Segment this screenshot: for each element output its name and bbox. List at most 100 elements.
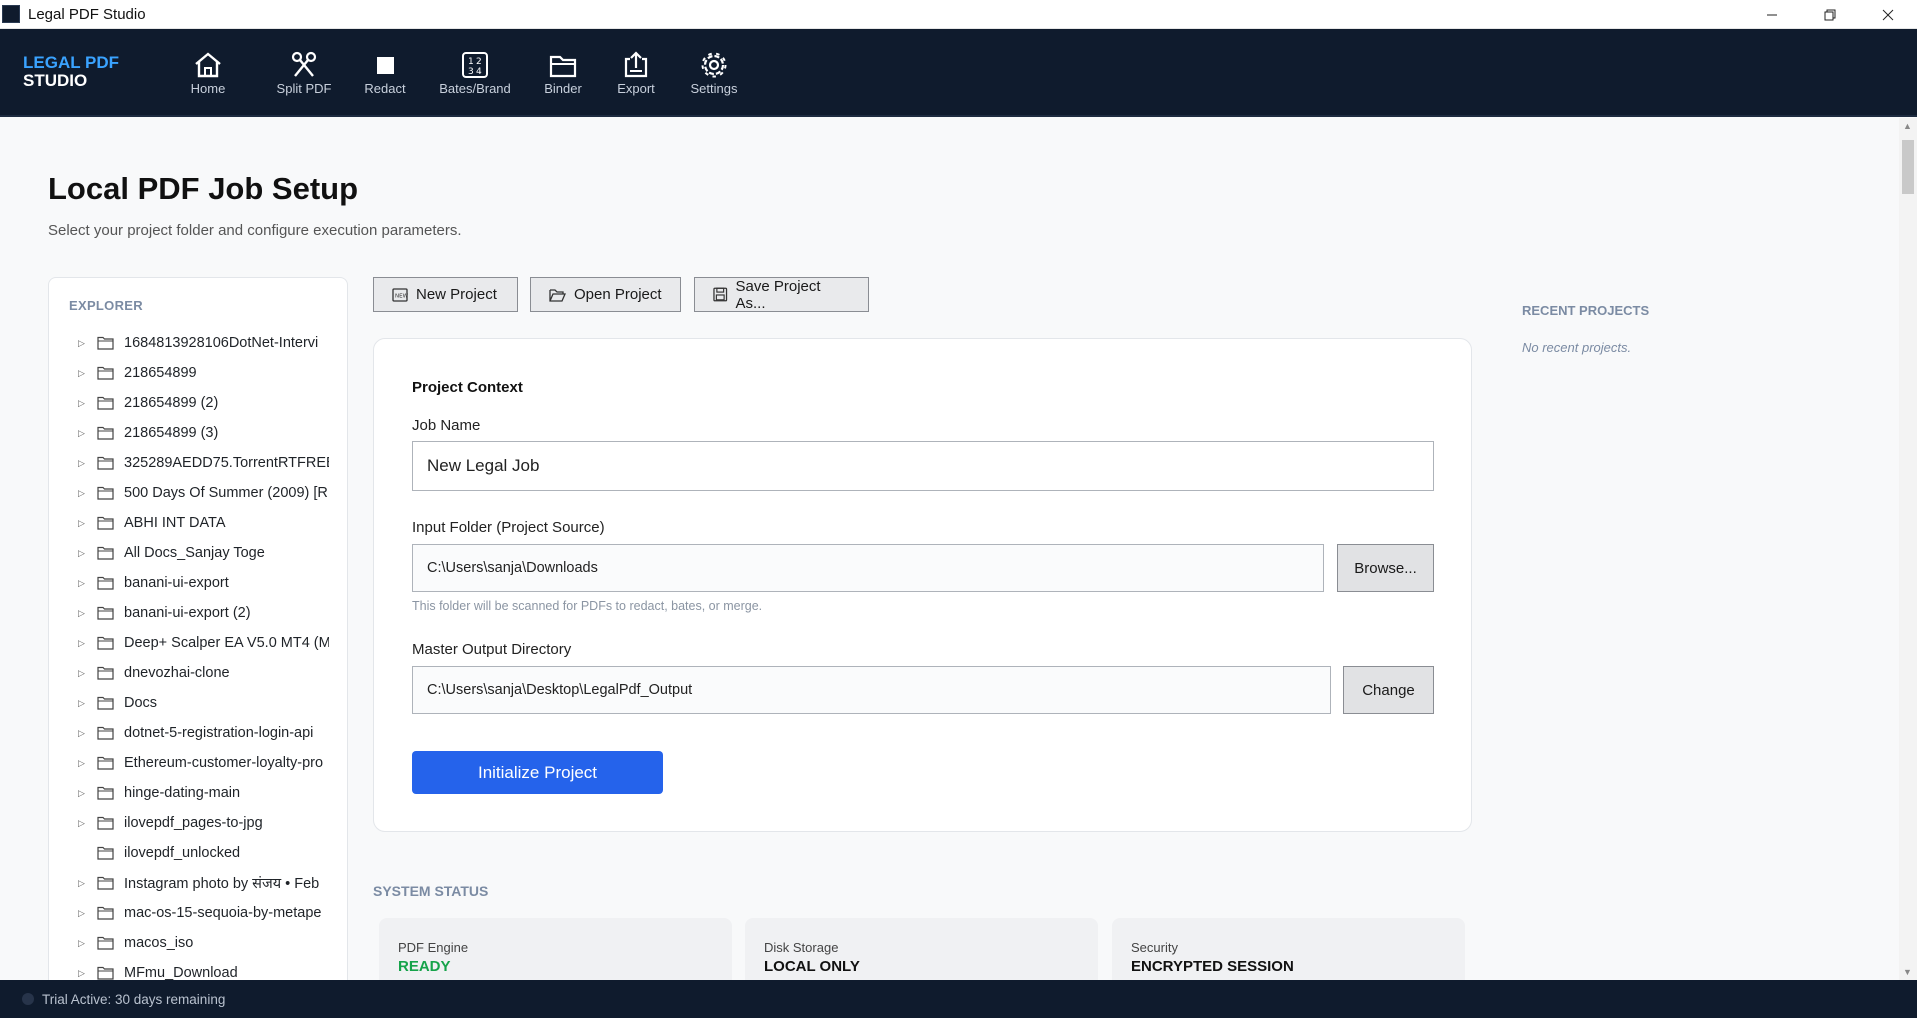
explorer-tree-item[interactable]: ▷ mac-os-15-sequoia-by-metape xyxy=(49,898,329,928)
expand-arrow-icon[interactable]: ▷ xyxy=(78,698,88,709)
explorer-item-label: ilovepdf_unlocked xyxy=(124,845,241,861)
open-folder-icon xyxy=(549,288,566,302)
expand-arrow-icon[interactable]: ▷ xyxy=(78,668,88,679)
expand-arrow-icon[interactable]: ▷ xyxy=(78,368,88,379)
explorer-tree-item[interactable]: ▷ dnevozhai-clone xyxy=(49,658,329,688)
restore-icon xyxy=(1824,9,1836,20)
explorer-tree-item[interactable]: ▷ All Docs_Sanjay Toge xyxy=(49,538,329,568)
change-output-button[interactable]: Change xyxy=(1343,666,1434,714)
page-title: Local PDF Job Setup xyxy=(48,171,359,206)
svg-text:3: 3 xyxy=(468,67,474,77)
output-directory-field[interactable]: C:\Users\sanja\Desktop\LegalPdf_Output xyxy=(412,666,1331,714)
open-project-button[interactable]: Open Project xyxy=(530,277,681,312)
explorer-tree-item[interactable]: ▷ 325289AEDD75.TorrentRTFREE. xyxy=(49,448,329,478)
expand-arrow-icon[interactable]: ▷ xyxy=(78,518,88,529)
status-value: ENCRYPTED SESSION xyxy=(1131,958,1294,975)
nav-label: Settings xyxy=(690,81,738,96)
explorer-item-label: Instagram photo by संजय • Feb xyxy=(124,876,320,892)
explorer-tree-item[interactable]: ▷ ABHI INT DATA xyxy=(49,508,329,538)
status-label: Security xyxy=(1131,940,1178,955)
explorer-tree: ▷ 1684813928106DotNet-Intervi ▷ 218654899 ▷ 2… xyxy=(49,328,329,988)
browse-button[interactable]: Browse... xyxy=(1337,544,1434,592)
folder-icon xyxy=(97,546,114,564)
folder-icon xyxy=(97,936,114,954)
main-scrollbar[interactable]: ▲ ▼ xyxy=(1899,118,1917,980)
new-project-button[interactable]: NEW New Project xyxy=(373,277,518,312)
explorer-item-label: dotnet-5-registration-login-api xyxy=(124,725,314,741)
explorer-tree-item[interactable]: ▷ banani-ui-export xyxy=(49,568,329,598)
explorer-tree-item[interactable]: ▷ macos_iso xyxy=(49,928,329,958)
scrollbar-thumb[interactable] xyxy=(1902,140,1914,194)
folder-icon xyxy=(97,876,114,894)
nav-export[interactable]: Export xyxy=(608,51,664,96)
explorer-tree-item[interactable]: ▷ 1684813928106DotNet-Intervi xyxy=(49,328,329,358)
close-button[interactable] xyxy=(1859,0,1917,29)
nav-split-pdf[interactable]: Split PDF xyxy=(276,51,332,96)
scroll-down-icon[interactable]: ▼ xyxy=(1903,967,1912,977)
nav-bates-brand[interactable]: 1 2 3 4 Bates/Brand xyxy=(437,51,513,96)
explorer-tree-item[interactable]: ▷ 218654899 (3) xyxy=(49,418,329,448)
expand-arrow-icon[interactable]: ▷ xyxy=(78,338,88,349)
job-name-input[interactable]: New Legal Job xyxy=(412,441,1434,491)
explorer-tree-item[interactable]: ▷ Deep+ Scalper EA V5.0 MT4 (M xyxy=(49,628,329,658)
nav-settings[interactable]: Settings xyxy=(686,51,742,96)
explorer-tree-item[interactable]: ▷ banani-ui-export (2) xyxy=(49,598,329,628)
explorer-tree-item[interactable]: ▷ hinge-dating-main xyxy=(49,778,329,808)
restore-button[interactable] xyxy=(1801,0,1859,29)
explorer-tree-item[interactable]: ilovepdf_unlocked xyxy=(49,838,329,868)
expand-arrow-icon[interactable]: ▷ xyxy=(78,398,88,409)
explorer-item-label: MFmu_Download xyxy=(124,965,238,981)
explorer-tree-item[interactable]: ▷ 218654899 xyxy=(49,358,329,388)
minimize-button[interactable] xyxy=(1743,0,1801,29)
explorer-item-label: Deep+ Scalper EA V5.0 MT4 (M xyxy=(124,635,329,651)
explorer-tree-item[interactable]: ▷ Docs xyxy=(49,688,329,718)
expand-arrow-icon[interactable]: ▷ xyxy=(78,788,88,799)
input-folder-field[interactable]: C:\Users\sanja\Downloads xyxy=(412,544,1324,592)
expand-arrow-icon[interactable]: ▷ xyxy=(78,638,88,649)
trial-status-text: Trial Active: 30 days remaining xyxy=(42,991,226,1007)
expand-arrow-icon[interactable]: ▷ xyxy=(78,728,88,739)
explorer-item-label: Ethereum-customer-loyalty-pro xyxy=(124,755,324,771)
expand-arrow-icon[interactable]: ▷ xyxy=(78,878,88,889)
expand-arrow-icon[interactable]: ▷ xyxy=(78,818,88,829)
expand-arrow-icon[interactable]: ▷ xyxy=(78,488,88,499)
expand-arrow-icon[interactable]: ▷ xyxy=(78,908,88,919)
explorer-tree-item[interactable]: ▷ ilovepdf_pages-to-jpg xyxy=(49,808,329,838)
explorer-item-label: 218654899 xyxy=(124,365,197,381)
close-icon xyxy=(1882,9,1894,20)
scroll-up-icon[interactable]: ▲ xyxy=(1903,121,1912,131)
explorer-tree-item[interactable]: ▷ Instagram photo by संजय • Feb xyxy=(49,868,329,898)
initialize-project-button[interactable]: Initialize Project xyxy=(412,751,663,794)
explorer-tree-item[interactable]: ▷ dotnet-5-registration-login-api xyxy=(49,718,329,748)
folder-icon xyxy=(97,696,114,714)
expand-arrow-icon[interactable]: ▷ xyxy=(78,458,88,469)
nav-redact[interactable]: Redact xyxy=(357,51,413,96)
expand-arrow-icon[interactable]: ▷ xyxy=(78,938,88,949)
new-project-label: New Project xyxy=(416,286,497,303)
explorer-item-label: banani-ui-export xyxy=(124,575,229,591)
expand-arrow-icon[interactable]: ▷ xyxy=(78,578,88,589)
system-status-title: SYSTEM STATUS xyxy=(373,883,489,899)
save-project-as-button[interactable]: Save Project As... xyxy=(694,277,869,312)
save-icon xyxy=(713,287,728,302)
expand-arrow-icon[interactable]: ▷ xyxy=(78,428,88,439)
explorer-item-label: ilovepdf_pages-to-jpg xyxy=(124,815,263,831)
brand-line-2: STUDIO xyxy=(23,71,88,90)
nav-binder[interactable]: Binder xyxy=(535,51,591,96)
folder-icon xyxy=(97,336,114,354)
expand-arrow-icon[interactable]: ▷ xyxy=(78,548,88,559)
explorer-tree-item[interactable]: ▷ Ethereum-customer-loyalty-pro xyxy=(49,748,329,778)
status-bar: Trial Active: 30 days remaining xyxy=(0,980,1917,1018)
brand-line-1: LEGAL PDF xyxy=(23,53,120,72)
explorer-tree-item[interactable]: ▷ 218654899 (2) xyxy=(49,388,329,418)
svg-text:1: 1 xyxy=(468,57,474,67)
explorer-tree-item[interactable]: ▷ 500 Days Of Summer (2009) [R xyxy=(49,478,329,508)
expand-arrow-icon[interactable]: ▷ xyxy=(78,608,88,619)
explorer-item-label: 325289AEDD75.TorrentRTFREE. xyxy=(124,455,329,471)
status-label: Disk Storage xyxy=(764,940,839,955)
input-folder-label: Input Folder (Project Source) xyxy=(412,519,605,536)
expand-arrow-icon[interactable]: ▷ xyxy=(78,758,88,769)
page-subtitle: Select your project folder and configure… xyxy=(48,222,462,239)
nav-home[interactable]: Home xyxy=(180,51,236,96)
expand-arrow-icon[interactable]: ▷ xyxy=(78,968,88,979)
